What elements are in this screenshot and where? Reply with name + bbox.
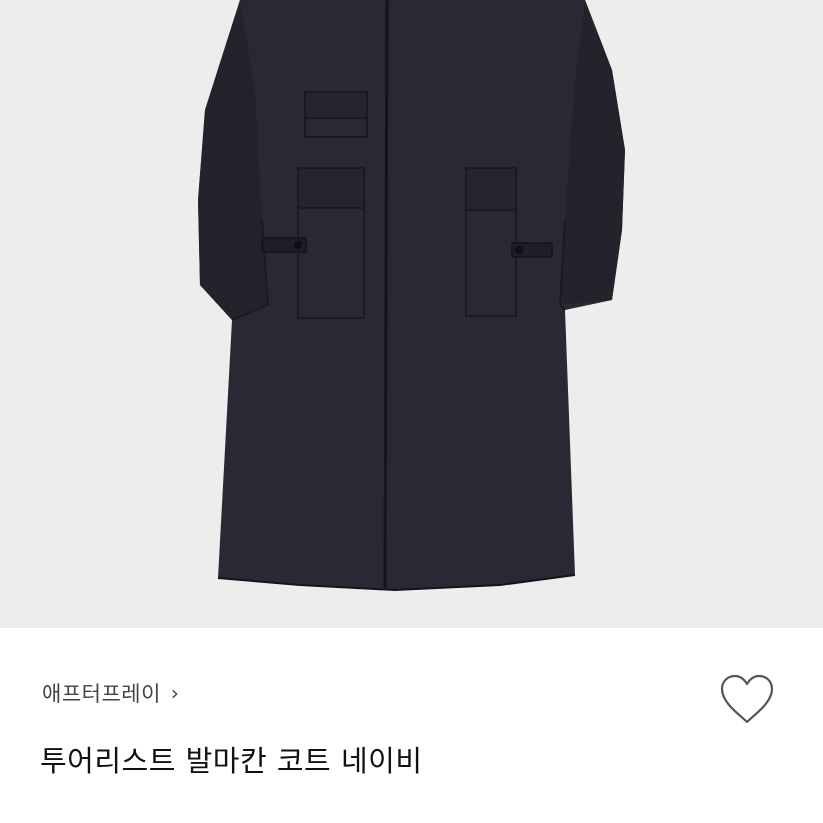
right-pocket-flap	[465, 167, 517, 211]
right-cuff-button	[515, 246, 523, 254]
heart-icon	[720, 674, 774, 724]
product-title: 투어리스트 발마칸 코트 네이비	[40, 744, 423, 778]
front-placket	[383, 0, 389, 589]
brand-link[interactable]: 애프터프레이 ›	[42, 678, 179, 708]
left-pocket-flap	[297, 167, 365, 209]
coat-illustration	[198, 0, 625, 592]
chevron-right-icon: ›	[170, 681, 180, 705]
product-info: 애프터프레이 › 투어리스트 발마칸 코트 네이비	[0, 628, 823, 823]
left-cuff-button	[294, 241, 302, 249]
product-image[interactable]	[0, 0, 823, 628]
chest-pocket-flap	[304, 91, 368, 119]
product-page: 애프터프레이 › 투어리스트 발마칸 코트 네이비	[0, 0, 823, 823]
like-button[interactable]	[718, 672, 776, 726]
brand-name: 애프터프레이	[42, 682, 161, 706]
